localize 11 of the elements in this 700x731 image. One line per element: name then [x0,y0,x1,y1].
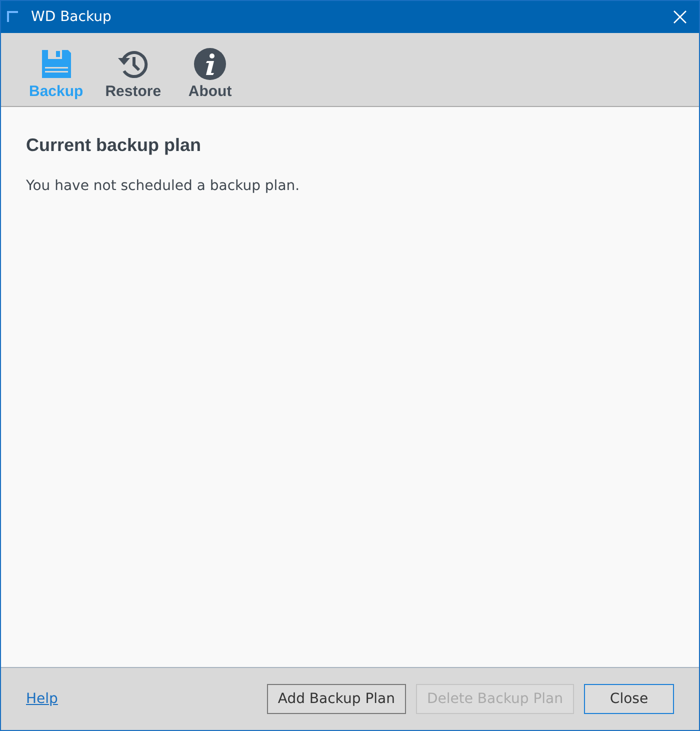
dialog-button[interactable]: Add Backup Plan [266,684,406,714]
window-title: WD Backup [31,9,112,25]
help-link[interactable]: Help [26,691,58,707]
section-heading: Current backup plan [26,135,202,156]
toolbar-tab[interactable]: About [175,47,246,100]
app-icon [7,11,19,23]
toolbar-tab[interactable]: Restore [97,47,170,100]
dialog-button[interactable]: Close [584,684,674,714]
info-icon [193,47,228,81]
close-icon[interactable] [673,10,687,24]
status-message: You have not scheduled a backup plan. [26,178,301,194]
